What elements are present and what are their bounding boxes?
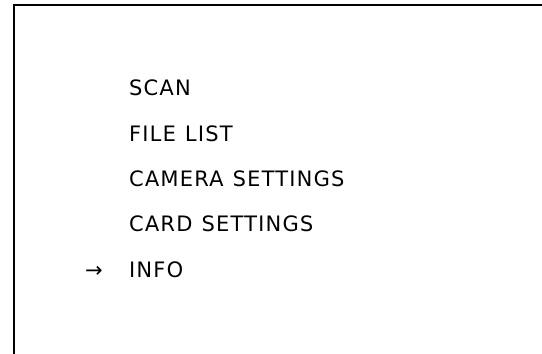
device-screen: → SCAN FILE LIST CAMERA SETTINGS CARD SE…	[13, 4, 542, 354]
selection-arrow-icon: →	[85, 258, 103, 282]
menu-item-file-list[interactable]: FILE LIST	[129, 119, 234, 149]
menu-item-info[interactable]: INFO	[129, 255, 184, 285]
menu-item-scan[interactable]: SCAN	[129, 73, 192, 103]
main-menu: → SCAN FILE LIST CAMERA SETTINGS CARD SE…	[15, 6, 542, 354]
menu-item-card-settings[interactable]: CARD SETTINGS	[129, 209, 314, 239]
menu-item-camera-settings[interactable]: CAMERA SETTINGS	[129, 164, 346, 194]
